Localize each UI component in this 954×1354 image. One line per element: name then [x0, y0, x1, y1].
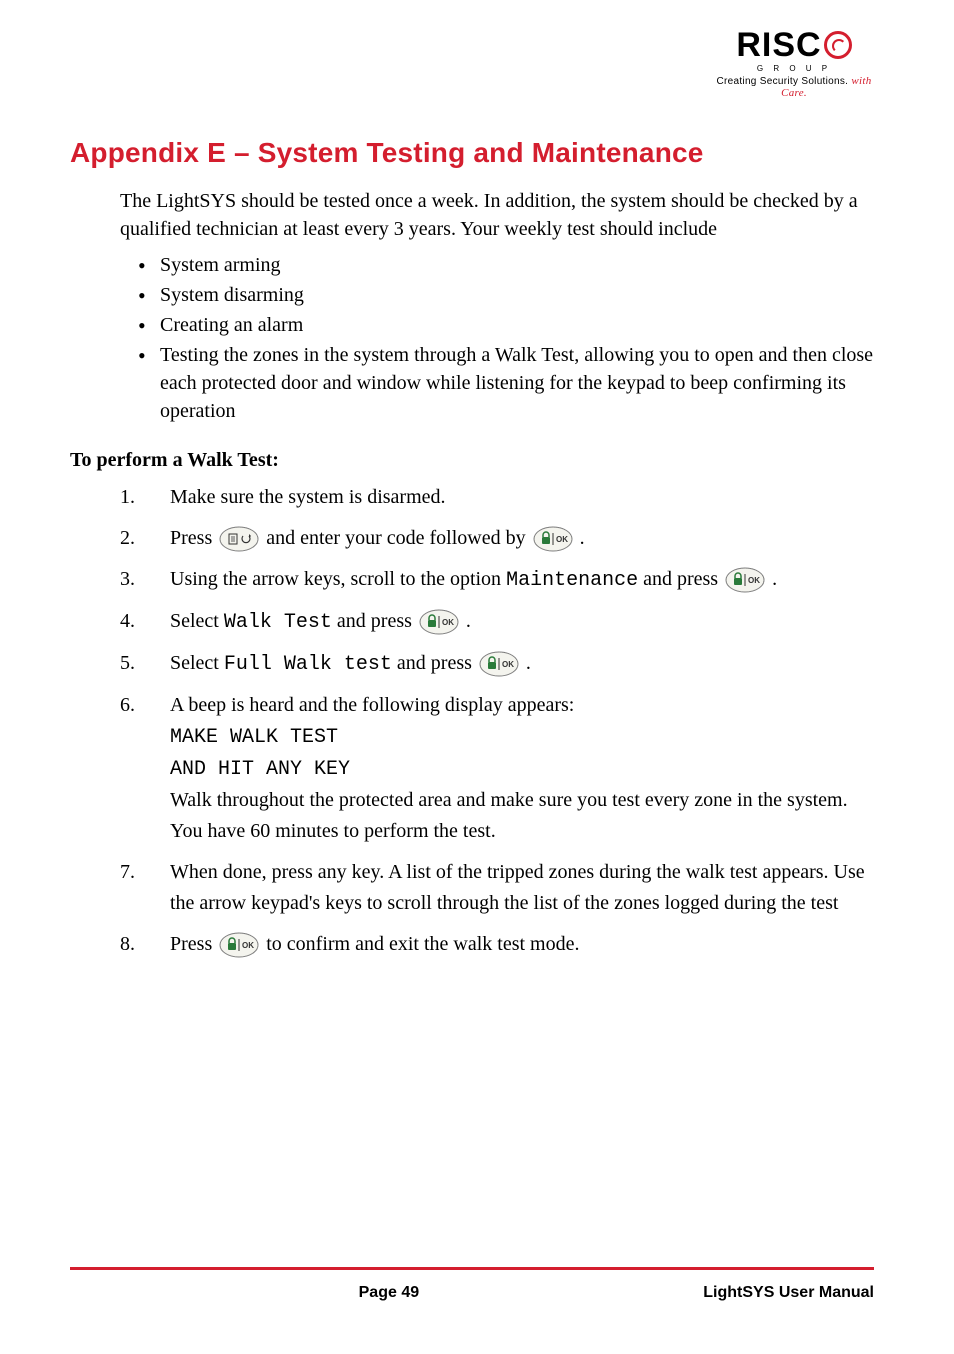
display-line: AND HIT ANY KEY [170, 758, 350, 781]
lock-ok-key-icon: OK [419, 609, 459, 635]
footer-divider [70, 1267, 874, 1270]
lock-ok-key-icon: OK [219, 932, 259, 958]
page-title: Appendix E – System Testing and Maintena… [70, 137, 874, 169]
step-item: When done, press any key. A list of the … [120, 857, 874, 919]
step-text: . [526, 652, 531, 674]
step-text: . [466, 610, 471, 632]
brand-swirl-icon [824, 31, 852, 59]
display-line: MAKE WALK TEST [170, 726, 338, 749]
step-text: Select [170, 610, 224, 632]
svg-text:OK: OK [556, 535, 568, 544]
step-item: Press and enter your code followed by OK… [120, 523, 874, 554]
menu-option-code: Walk Test [224, 611, 332, 634]
walk-test-steps: Make sure the system is disarmed. Press … [120, 482, 874, 960]
svg-text:OK: OK [242, 941, 254, 950]
menu-option-code: Maintenance [506, 569, 638, 592]
step-text: and press [337, 610, 417, 632]
brand-wordmark: RISC [714, 28, 874, 62]
step-item: Select Walk Test and press OK . [120, 606, 874, 638]
step-text: Press [170, 527, 217, 549]
list-item: Testing the zones in the system through … [138, 341, 874, 425]
tagline-plain: Creating Security Solutions. [716, 76, 848, 87]
list-item: System disarming [138, 281, 874, 309]
intro-paragraph: The LightSYS should be tested once a wee… [120, 187, 874, 243]
weekly-test-list: System arming System disarming Creating … [138, 251, 874, 425]
lock-ok-key-icon: OK [533, 526, 573, 552]
step-item: Select Full Walk test and press OK . [120, 648, 874, 680]
step-text: Select [170, 652, 224, 674]
step-text: . [580, 527, 585, 549]
svg-text:OK: OK [748, 576, 760, 585]
step-text: and press [397, 652, 477, 674]
brand-logo: RISC G R O U P Creating Security Solutio… [714, 28, 874, 99]
page-number: Page 49 [359, 1284, 419, 1302]
step-text: to confirm and exit the walk test mode. [266, 933, 579, 955]
step-text: Using the arrow keys, scroll to the opti… [170, 568, 506, 590]
step-text: A beep is heard and the following displa… [170, 694, 574, 716]
list-item: System arming [138, 251, 874, 279]
page-footer: . Page 49 LightSYS User Manual [70, 1267, 874, 1302]
step-item: A beep is heard and the following displa… [120, 690, 874, 847]
step-text: Walk throughout the protected area and m… [170, 789, 848, 842]
step-text: and press [643, 568, 723, 590]
brand-text: RISC [736, 28, 821, 62]
manual-title: LightSYS User Manual [703, 1284, 874, 1302]
lock-ok-key-icon: OK [479, 651, 519, 677]
step-item: Make sure the system is disarmed. [120, 482, 874, 513]
step-text: . [772, 568, 777, 590]
step-item: Using the arrow keys, scroll to the opti… [120, 564, 874, 596]
list-item: Creating an alarm [138, 311, 874, 339]
menu-option-code: Full Walk test [224, 653, 392, 676]
brand-tagline: Creating Security Solutions. with Care. [714, 75, 874, 99]
step-text: Press [170, 933, 217, 955]
step-item: Press OK to confirm and exit the walk te… [120, 929, 874, 960]
svg-text:OK: OK [442, 618, 454, 627]
lock-ok-key-icon: OK [725, 567, 765, 593]
step-text: and enter your code followed by [266, 527, 530, 549]
menu-back-key-icon [219, 526, 259, 552]
walk-test-heading: To perform a Walk Test: [70, 449, 874, 472]
brand-group-text: G R O U P [714, 64, 874, 73]
svg-text:OK: OK [502, 660, 514, 669]
